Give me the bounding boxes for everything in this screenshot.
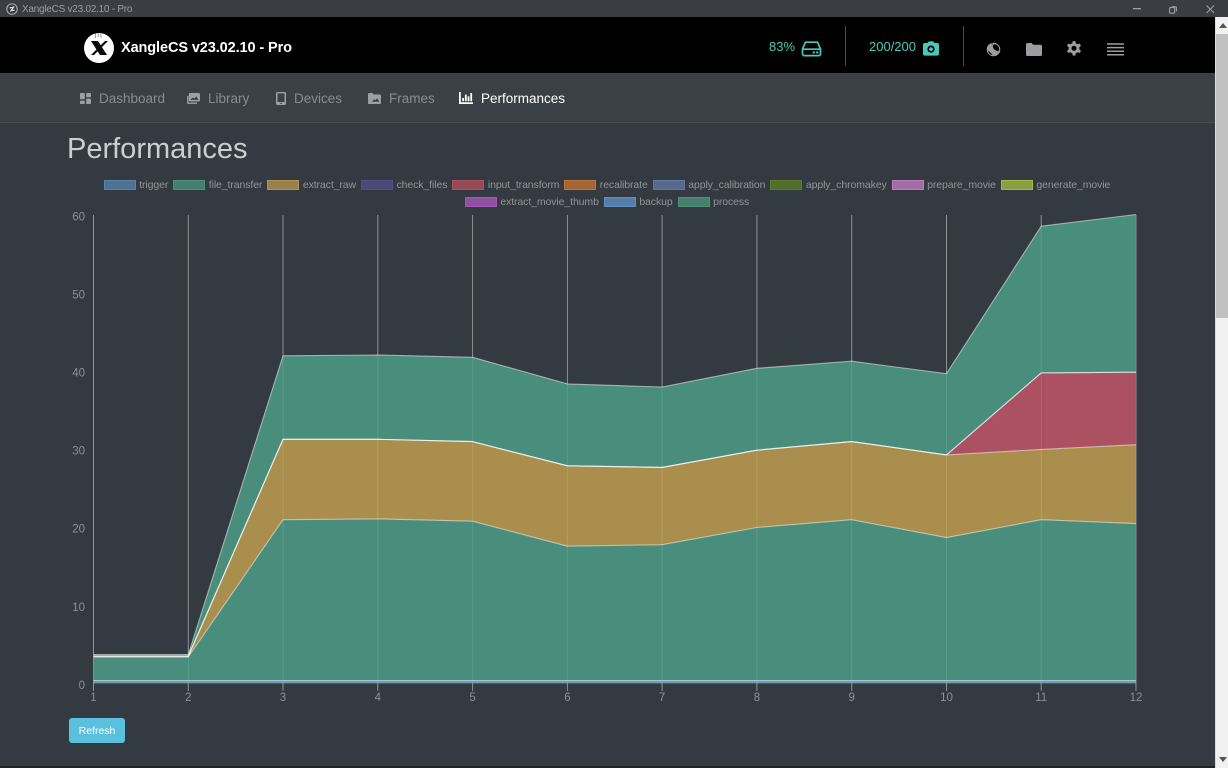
svg-text:8: 8 [754,692,760,704]
svg-text:11: 11 [1035,692,1047,704]
svg-text:20: 20 [72,524,85,536]
svg-text:0: 0 [79,680,85,692]
svg-text:60: 60 [72,212,85,224]
svg-text:10: 10 [72,602,85,614]
svg-text:4: 4 [375,692,382,704]
svg-text:6: 6 [564,692,570,704]
svg-text:3: 3 [280,692,286,704]
svg-text:40: 40 [72,368,85,380]
svg-text:2: 2 [185,692,191,704]
svg-text:30: 30 [72,446,85,458]
svg-text:7: 7 [659,692,665,704]
svg-text:1: 1 [90,692,96,704]
svg-text:10: 10 [940,692,953,704]
svg-text:9: 9 [848,692,854,704]
svg-text:12: 12 [1130,692,1143,704]
svg-text:5: 5 [469,692,475,704]
svg-text:50: 50 [72,290,85,302]
